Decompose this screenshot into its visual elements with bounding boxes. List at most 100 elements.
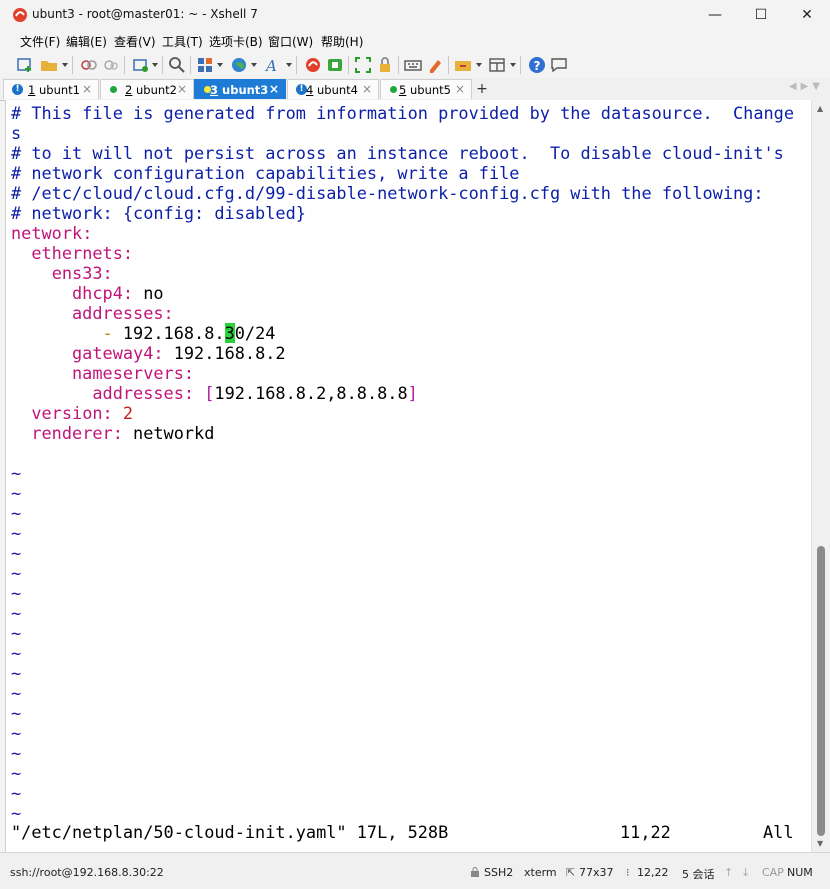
yaml-value: 2 xyxy=(122,403,134,423)
down-arrow-icon[interactable]: ↓ xyxy=(741,866,750,879)
tab-label: ubunt4 xyxy=(313,83,358,97)
vim-status-position: 11,22 xyxy=(620,822,671,842)
lock-icon[interactable] xyxy=(376,56,394,74)
yaml-line: addresses: [192.168.8.2,8.8.8.8] xyxy=(92,383,418,403)
cursor-position: 12,22 xyxy=(637,866,669,879)
reconnect-dropdown-icon[interactable] xyxy=(152,63,158,67)
cursor-position-icon: ⁝ xyxy=(626,866,630,879)
yaml-key: version xyxy=(31,403,103,423)
xshell-red-icon[interactable] xyxy=(304,56,322,74)
menu-view[interactable]: 查看(V) xyxy=(114,33,156,50)
transfer-icon[interactable] xyxy=(454,56,472,74)
svg-text:?: ? xyxy=(534,59,541,73)
new-session-icon[interactable] xyxy=(16,56,34,74)
window-layout-dropdown-icon[interactable] xyxy=(510,63,516,67)
yaml-value: 0/24 xyxy=(234,323,276,343)
xftp-green-icon[interactable] xyxy=(326,56,344,74)
menu-tabs[interactable]: 选项卡(B) xyxy=(209,33,263,50)
yaml-key: dhcp4 xyxy=(72,283,123,303)
tab-ubunt4[interactable]: ! 4 ubunt4 × xyxy=(287,79,379,99)
terminal-type: xterm xyxy=(524,866,557,879)
yaml-value: 192.168.8.2 xyxy=(173,343,286,363)
open-folder-icon[interactable] xyxy=(40,56,58,74)
tab-close-icon[interactable]: × xyxy=(269,82,279,96)
tab-label: ubunt1 xyxy=(35,83,80,97)
resize-icon: ⇱ xyxy=(566,866,576,879)
yaml-line: ethernets: xyxy=(31,243,134,263)
font-icon[interactable]: A xyxy=(264,56,282,74)
help-icon[interactable]: ? xyxy=(528,56,546,74)
tab-ubunt3[interactable]: 3 ubunt3 × xyxy=(194,79,286,99)
globe-icon[interactable] xyxy=(230,56,248,74)
tab-close-icon[interactable]: × xyxy=(455,82,465,96)
tab-close-icon[interactable]: × xyxy=(362,82,372,96)
reconnect-icon[interactable] xyxy=(132,56,150,74)
toolbar-separator xyxy=(398,56,399,74)
tilde-marker: ~ xyxy=(11,723,22,743)
yaml-key: renderer xyxy=(31,423,113,443)
comment-line: # to it will not persist across an insta… xyxy=(11,143,784,163)
yaml-key: addresses xyxy=(72,303,164,323)
tilde-marker: ~ xyxy=(11,643,22,663)
yaml-key: nameservers xyxy=(72,363,184,383)
tab-nav-arrows-icon[interactable]: ◀▶▼ xyxy=(789,81,824,92)
globe-dropdown-icon[interactable] xyxy=(251,63,257,67)
font-dropdown-icon[interactable] xyxy=(286,63,292,67)
yaml-line: nameservers: xyxy=(72,363,195,383)
tilde-marker: ~ xyxy=(11,603,22,623)
keyboard-icon[interactable] xyxy=(404,56,422,74)
yaml-key: ens33 xyxy=(51,263,103,283)
terminal-scrollbar[interactable]: ▲ ▼ xyxy=(811,100,830,852)
toolbar-separator xyxy=(190,56,191,74)
tab-ubunt1[interactable]: ! 1 ubunt1 × xyxy=(3,79,99,99)
layout-icon[interactable] xyxy=(196,56,214,74)
search-icon[interactable] xyxy=(168,56,186,74)
window-title: ubunt3 - root@master01: ~ - Xshell 7 xyxy=(32,7,258,21)
yaml-value: no xyxy=(143,283,164,303)
yaml-line: dhcp4: no xyxy=(72,283,164,303)
toolbar-separator xyxy=(520,56,521,74)
chat-icon[interactable] xyxy=(550,56,568,74)
yaml-line: addresses: xyxy=(72,303,174,323)
scroll-up-arrow-icon[interactable]: ▲ xyxy=(817,104,823,113)
layout-dropdown-icon[interactable] xyxy=(217,63,223,67)
tilde-marker: ~ xyxy=(11,703,22,723)
window-layout-icon[interactable] xyxy=(488,56,506,74)
tilde-marker: ~ xyxy=(11,803,22,823)
menu-tools[interactable]: 工具(T) xyxy=(162,33,203,50)
tab-ubunt5[interactable]: 5 ubunt5 × xyxy=(380,79,472,99)
scrollbar-thumb[interactable] xyxy=(817,546,825,836)
tilde-marker: ~ xyxy=(11,663,22,683)
highlight-icon[interactable] xyxy=(426,56,444,74)
scroll-down-arrow-icon[interactable]: ▼ xyxy=(817,839,823,848)
terminal-screen[interactable]: # This file is generated from informatio… xyxy=(5,100,811,852)
close-window-button[interactable]: ✕ xyxy=(784,0,830,30)
vim-status-file: "/etc/netplan/50-cloud-init.yaml" 17L, 5… xyxy=(11,822,449,842)
maximize-button[interactable]: ☐ xyxy=(738,0,784,30)
tab-close-icon[interactable]: × xyxy=(82,82,92,96)
menu-edit[interactable]: 编辑(E) xyxy=(66,33,107,50)
yaml-line: renderer: networkd xyxy=(31,423,215,443)
comment-line: s xyxy=(11,123,22,143)
minimize-button[interactable]: — xyxy=(692,0,738,30)
menu-window[interactable]: 窗口(W) xyxy=(268,33,313,50)
transfer-dropdown-icon[interactable] xyxy=(476,63,482,67)
tab-number: 3 xyxy=(210,83,219,97)
open-dropdown-icon[interactable] xyxy=(62,63,68,67)
tab-ubunt2[interactable]: 2 ubunt2 × xyxy=(100,79,194,99)
protocol: SSH2 xyxy=(484,866,514,879)
fullscreen-icon[interactable] xyxy=(354,56,372,74)
yaml-line: version: 2 xyxy=(31,403,134,423)
tab-close-icon[interactable]: × xyxy=(177,82,187,96)
yaml-key: network xyxy=(11,223,83,243)
up-arrow-icon[interactable]: ↑ xyxy=(724,866,733,879)
toolbar-separator xyxy=(162,56,163,74)
menu-help[interactable]: 帮助(H) xyxy=(321,33,363,50)
disconnect-icon[interactable] xyxy=(102,56,120,74)
yaml-value: networkd xyxy=(133,423,215,443)
add-tab-button[interactable]: + xyxy=(474,79,490,99)
tilde-marker: ~ xyxy=(11,503,22,523)
menu-file[interactable]: 文件(F) xyxy=(20,33,60,50)
connect-icon[interactable] xyxy=(80,56,98,74)
comment-line: # This file is generated from informatio… xyxy=(11,103,795,123)
